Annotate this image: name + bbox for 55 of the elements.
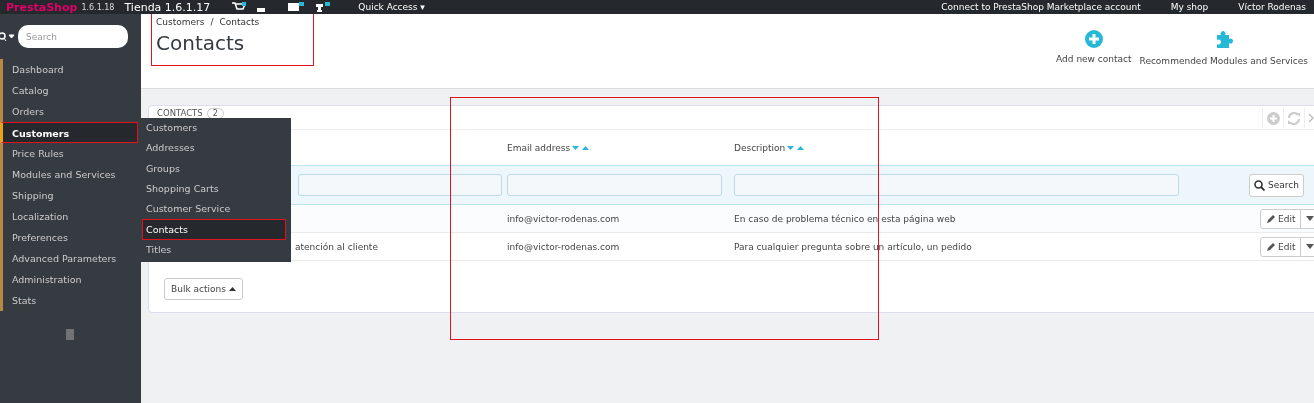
dropdown-button[interactable] [1301, 208, 1314, 229]
logo-text: PrestaShop [6, 0, 78, 14]
submenu-item[interactable]: Addresses [141, 138, 291, 159]
table-cell: info@victor-rodenas.com [507, 241, 620, 252]
quick-access-menu[interactable]: Quick Access ▾ [358, 2, 425, 12]
toolbar-button[interactable]: Recommended Modules and Services [1139, 30, 1308, 70]
search-icon[interactable] [0, 31, 16, 42]
caret-icon [1305, 244, 1314, 249]
pencil-icon [1266, 241, 1276, 252]
sidebar-item[interactable]: Administration [0, 269, 141, 290]
page-title: Contacts [156, 31, 246, 55]
user-menu[interactable]: Víctor Rodenas [1238, 2, 1306, 12]
column-header: Description [734, 142, 786, 153]
plus-circle-icon [1084, 30, 1103, 48]
search-field[interactable]: Search [18, 25, 128, 48]
mail-icon[interactable] [288, 2, 305, 12]
submenu-item[interactable]: Groups [141, 158, 291, 179]
bulk-actions-button[interactable]: Bulk actions [164, 278, 243, 300]
panel-title: CONTACTS [157, 108, 203, 118]
caret-icon [228, 287, 236, 291]
collapse-icon[interactable] [66, 329, 75, 340]
filter-field[interactable] [298, 174, 502, 196]
sort-arrows-icon[interactable] [787, 144, 806, 151]
my-shop-link[interactable]: My shop [1170, 2, 1209, 12]
sidebar-item[interactable]: Stats [0, 290, 141, 311]
submenu-item[interactable]: Customers [141, 118, 291, 139]
sidebar-item[interactable]: Customers [0, 122, 138, 143]
edit-button[interactable]: Edit [1260, 236, 1302, 257]
version-text: 1.6.1.18 [81, 2, 115, 12]
table-cell: atención al cliente [295, 241, 378, 252]
shop-name[interactable]: Tienda 1.6.1.17 [124, 0, 211, 14]
toolbar-button[interactable]: Add new contact [1056, 30, 1132, 70]
cart-icon[interactable] [232, 2, 247, 12]
pencil-icon [1266, 213, 1276, 224]
caret-icon [1305, 216, 1314, 221]
submenu-item[interactable]: Titles [141, 239, 291, 261]
add-icon[interactable] [1262, 108, 1283, 128]
table-cell: En caso de problema técnico en esta página web [734, 213, 956, 224]
edit-button[interactable]: Edit [1260, 208, 1302, 229]
submenu-item[interactable]: Shopping Carts [141, 178, 291, 200]
breadcrumb-separator: / [210, 17, 214, 27]
search-button[interactable]: Search [1249, 173, 1304, 197]
submenu-item[interactable]: Customer Service [141, 199, 291, 220]
table-cell: info@victor-rodenas.com [507, 213, 620, 224]
column-header: Email address [507, 142, 571, 153]
trophy-icon[interactable] [314, 2, 331, 12]
filter-field[interactable] [734, 174, 1179, 196]
breadcrumb-link[interactable]: Contacts [219, 17, 260, 27]
filter-field[interactable] [507, 174, 722, 196]
dropdown-button[interactable] [1301, 236, 1314, 257]
breadcrumb-link[interactable]: Customers [156, 17, 205, 27]
marketplace-link[interactable]: Connect to PrestaShop Marketplace account [941, 2, 1141, 12]
submenu-item[interactable]: Contacts [142, 219, 286, 240]
search-icon [1254, 179, 1265, 191]
sort-arrows-icon[interactable] [572, 144, 591, 151]
